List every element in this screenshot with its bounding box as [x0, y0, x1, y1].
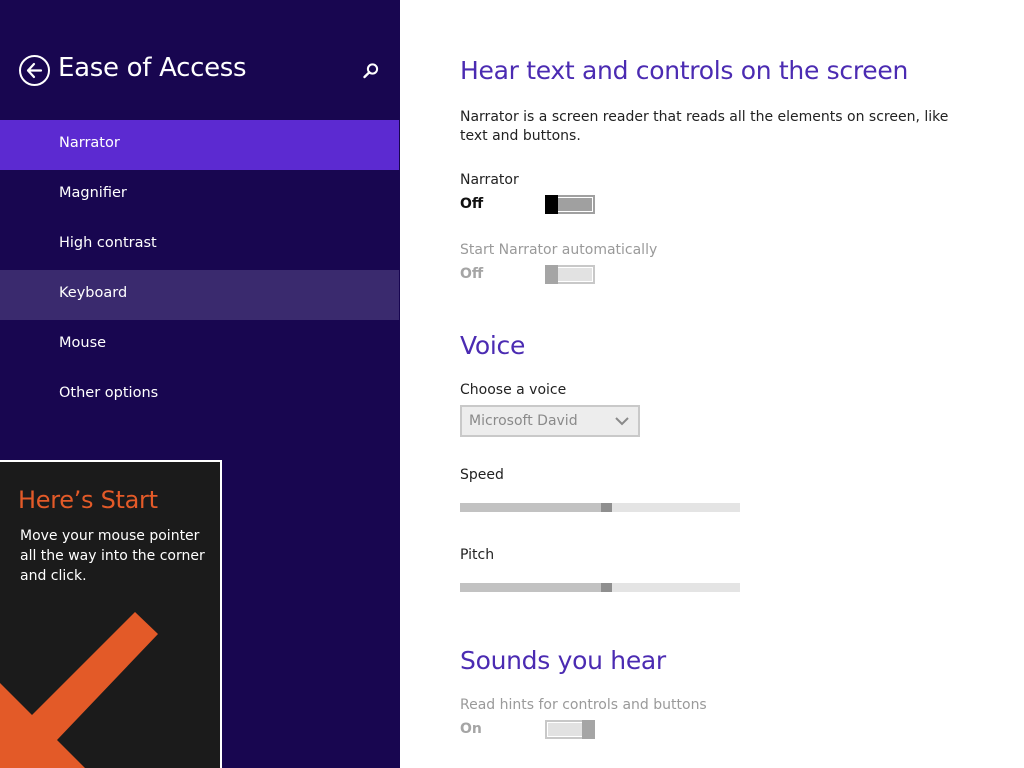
heading-voice: Voice — [460, 331, 526, 360]
auto-start-toggle[interactable] — [545, 265, 595, 284]
sidebar-item-keyboard[interactable]: Keyboard — [0, 270, 399, 320]
sidebar-item-mouse[interactable]: Mouse — [0, 320, 399, 370]
search-icon[interactable] — [362, 62, 380, 80]
choose-voice-label: Choose a voice — [460, 382, 567, 398]
slider-thumb[interactable] — [601, 503, 612, 512]
sidebar-item-label: Magnifier — [59, 185, 127, 201]
pane-title: Ease of Access — [58, 53, 247, 83]
sidebar-item-label: Keyboard — [59, 285, 128, 301]
sidebar-item-magnifier[interactable]: Magnifier — [0, 170, 399, 220]
speed-label: Speed — [460, 467, 504, 483]
tip-title: Here’s Start — [18, 486, 158, 514]
narrator-description: Narrator is a screen reader that reads a… — [460, 109, 949, 144]
toggle-thumb — [582, 720, 595, 739]
sidebar-item-other-options[interactable]: Other options — [0, 370, 399, 420]
sidebar-item-label: High contrast — [59, 235, 157, 251]
read-hints-toggle-state: On — [460, 721, 482, 737]
sidebar-item-label: Other options — [59, 385, 159, 401]
speed-slider[interactable] — [460, 503, 740, 512]
read-hints-toggle[interactable] — [545, 720, 595, 739]
read-hints-toggle-label: Read hints for controls and buttons — [460, 697, 707, 713]
settings-content: Hear text and controls on the screen Nar… — [400, 0, 1024, 768]
sidebar-item-high-contrast[interactable]: High contrast — [0, 220, 399, 270]
auto-start-toggle-state: Off — [460, 266, 484, 282]
toggle-thumb — [545, 195, 558, 214]
chevron-down-icon — [615, 417, 629, 426]
arrow-down-left-icon — [0, 612, 158, 768]
sidebar-item-label: Mouse — [59, 335, 107, 351]
narrator-toggle[interactable] — [545, 195, 595, 214]
auto-start-toggle-label: Start Narrator automatically — [460, 242, 658, 258]
toggle-thumb — [545, 265, 558, 284]
heading-sounds: Sounds you hear — [460, 646, 666, 675]
slider-thumb[interactable] — [601, 583, 612, 592]
sidebar-item-label: Narrator — [59, 135, 120, 151]
start-tip-overlay[interactable]: Here’s Start Move your mouse pointer all… — [0, 460, 222, 768]
back-arrow-icon — [26, 62, 43, 79]
heading-hear-text: Hear text and controls on the screen — [460, 56, 908, 85]
narrator-toggle-state: Off — [460, 196, 484, 212]
narrator-toggle-label: Narrator — [460, 172, 519, 188]
voice-dropdown[interactable]: Microsoft David — [460, 405, 640, 437]
tip-body: Move your mouse pointer all the way into… — [20, 528, 205, 584]
sidebar-item-narrator[interactable]: Narrator — [0, 120, 399, 170]
back-button[interactable] — [19, 55, 50, 86]
pitch-label: Pitch — [460, 547, 495, 563]
voice-dropdown-value: Microsoft David — [469, 413, 578, 429]
pitch-slider[interactable] — [460, 583, 740, 592]
